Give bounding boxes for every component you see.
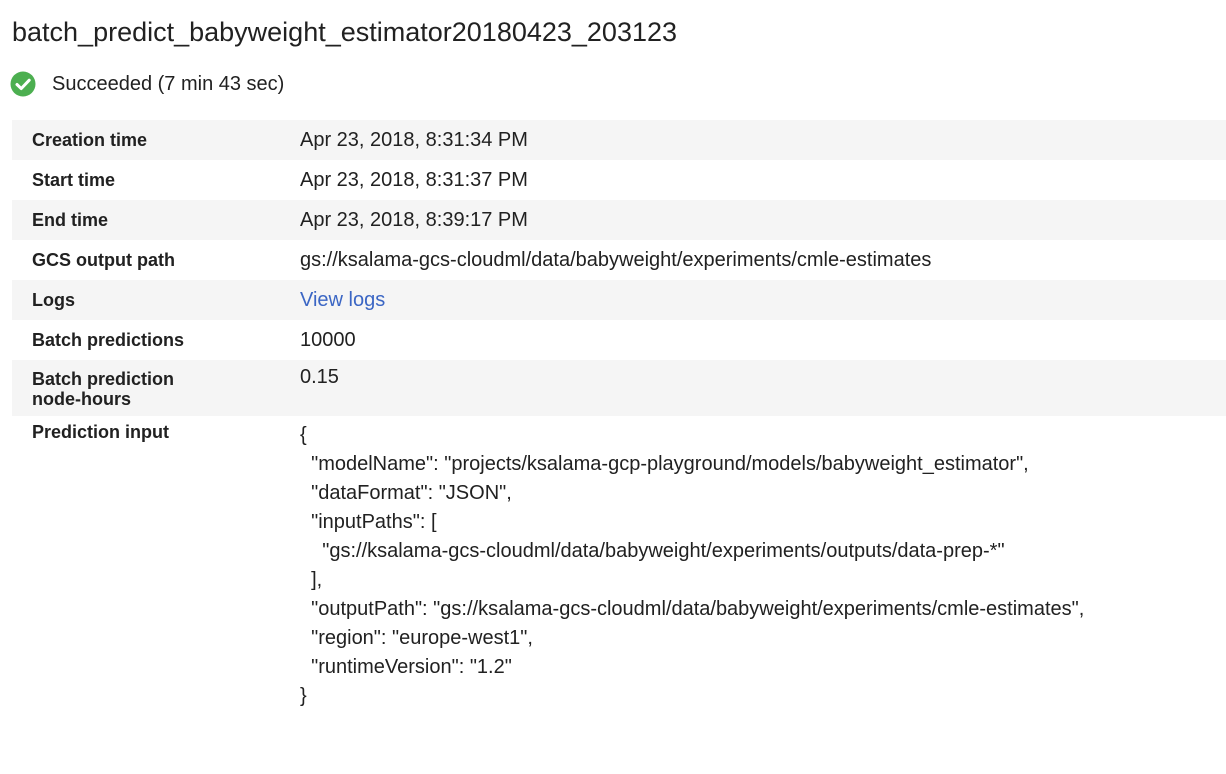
job-status: Succeeded (7 min 43 sec) xyxy=(10,70,284,98)
job-details-page: batch_predict_babyweight_estimator201804… xyxy=(0,0,1226,774)
detail-label: Start time xyxy=(32,170,116,190)
job-details-table: Creation time Apr 23, 2018, 8:31:34 PM S… xyxy=(12,120,1226,707)
detail-row-prediction-input: Prediction input { "modelName": "project… xyxy=(12,416,1226,707)
detail-row-batch-predictions: Batch predictions 10000 xyxy=(12,320,1226,360)
detail-label: GCS output path xyxy=(32,250,175,270)
detail-label: Prediction input xyxy=(32,422,169,442)
detail-label: Creation time xyxy=(32,130,148,150)
detail-label: End time xyxy=(32,210,109,230)
detail-value: 0.15 xyxy=(300,366,339,388)
detail-label: Logs xyxy=(32,290,75,310)
detail-row-start-time: Start time Apr 23, 2018, 8:31:37 PM xyxy=(12,160,1226,200)
view-logs-link[interactable]: View logs xyxy=(300,289,385,311)
detail-label: Batch prediction node-hours xyxy=(32,369,175,409)
page-title: batch_predict_babyweight_estimator201804… xyxy=(12,17,678,47)
detail-row-end-time: End time Apr 23, 2018, 8:39:17 PM xyxy=(12,200,1226,240)
check-circle-icon xyxy=(10,71,36,97)
detail-value: Apr 23, 2018, 8:31:34 PM xyxy=(300,129,528,151)
status-text: Succeeded (7 min 43 sec) xyxy=(52,73,285,95)
detail-row-logs: Logs View logs xyxy=(12,280,1226,320)
detail-value: Apr 23, 2018, 8:31:37 PM xyxy=(300,169,528,191)
detail-value: View logs xyxy=(300,288,1226,312)
detail-row-gcs-output-path: GCS output path gs://ksalama-gcs-cloudml… xyxy=(12,240,1226,280)
detail-row-node-hours: Batch prediction node-hours 0.15 xyxy=(12,360,1226,416)
prediction-input-json: { "modelName": "projects/ksalama-gcp-pla… xyxy=(300,424,1085,707)
detail-row-creation-time: Creation time Apr 23, 2018, 8:31:34 PM xyxy=(12,120,1226,160)
detail-value: gs://ksalama-gcs-cloudml/data/babyweight… xyxy=(300,249,932,271)
detail-value: Apr 23, 2018, 8:39:17 PM xyxy=(300,209,528,231)
detail-label: Batch predictions xyxy=(32,330,185,350)
detail-value: 10000 xyxy=(300,329,356,351)
detail-value: { "modelName": "projects/ksalama-gcp-pla… xyxy=(300,416,1226,707)
